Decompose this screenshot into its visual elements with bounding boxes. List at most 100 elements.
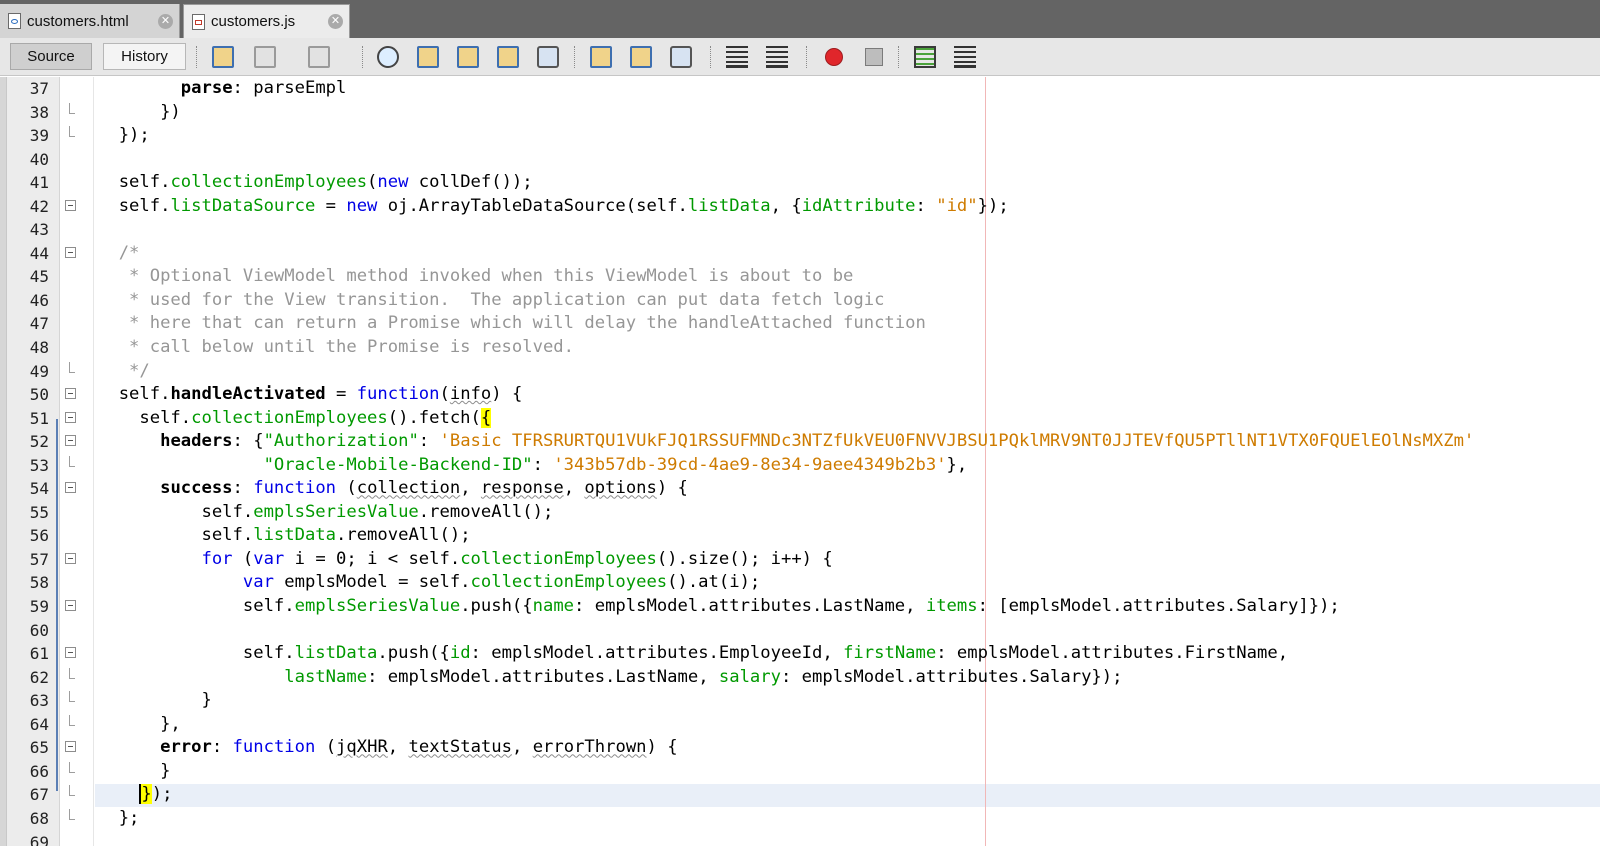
code-token: emplsModel = self. <box>273 572 471 593</box>
code-token: id <box>449 643 471 664</box>
code-line[interactable]: 67 }); <box>0 783 1600 807</box>
fold-toggle-icon[interactable] <box>65 388 76 400</box>
fold-toggle-icon[interactable] <box>65 552 76 564</box>
code-line[interactable]: 55 self.emplsSeriesValue.removeAll(); <box>0 501 1600 525</box>
toolbar-separator <box>710 46 711 68</box>
code-token: ().fetch( <box>387 407 481 428</box>
code-token: ().at(i); <box>667 572 761 593</box>
code-token: items <box>925 596 978 617</box>
forward-icon[interactable] <box>308 46 330 68</box>
line-number: 59 <box>29 597 49 617</box>
code-line[interactable]: 41 self.collectionEmployees(new collDef(… <box>0 171 1600 195</box>
previous-bookmark-icon[interactable] <box>590 46 612 68</box>
source-button[interactable]: Source <box>10 43 92 70</box>
code-line[interactable]: 51 self.collectionEmployees().fetch({ <box>0 407 1600 431</box>
back-icon[interactable] <box>254 46 276 68</box>
stop-macro-recording-icon[interactable] <box>865 48 883 66</box>
last-edit-icon[interactable] <box>212 46 234 68</box>
code-line[interactable]: 57 for (var i = 0; i < self.collectionEm… <box>0 548 1600 572</box>
code-text: }); <box>98 124 150 148</box>
fold-toggle-icon[interactable] <box>65 482 76 494</box>
code-token: collectionEmployees <box>470 572 668 593</box>
code-editor[interactable]: 37 parse: parseEmpl 38 }) 39 }); 40 41 self.… <box>0 77 1600 846</box>
shift-left-icon[interactable] <box>726 46 748 68</box>
code-token: : emplsModel.attributes.Salary}); <box>780 666 1123 687</box>
code-line[interactable]: 60 <box>0 619 1600 643</box>
fold-toggle-icon[interactable] <box>65 600 76 612</box>
code-line[interactable]: 62 lastName: emplsModel.attributes.LastN… <box>0 666 1600 690</box>
code-line[interactable]: 61 self.listData.push({id: emplsModel.at… <box>0 642 1600 666</box>
code-line[interactable]: 53 "Oracle-Mobile-Backend-ID": '343b57db… <box>0 454 1600 478</box>
code-token: , <box>563 478 585 499</box>
fold-toggle-icon[interactable] <box>65 435 76 447</box>
fold-end-marker <box>69 126 75 138</box>
code-token: self. <box>98 525 254 546</box>
code-line[interactable]: 50 self.handleActivated = function(info)… <box>0 383 1600 407</box>
code-token: new <box>377 172 409 193</box>
code-line[interactable]: 48 * call below until the Promise is res… <box>0 336 1600 360</box>
line-number: 43 <box>29 220 49 240</box>
code-line[interactable]: 44 /* <box>0 242 1600 266</box>
code-token: * used for the View transition. The appl… <box>98 289 885 310</box>
code-line[interactable]: 37 parse: parseEmpl <box>0 77 1600 101</box>
tab-customers-js[interactable]: customers.js ✕ <box>183 4 350 38</box>
find-previous-icon[interactable] <box>417 46 439 68</box>
start-macro-recording-icon[interactable] <box>825 48 843 66</box>
rectangular-selection-icon[interactable] <box>537 46 559 68</box>
code-line[interactable]: 64 }, <box>0 713 1600 737</box>
line-number: 56 <box>29 526 49 546</box>
line-number: 40 <box>29 149 49 169</box>
code-line[interactable]: 38 }) <box>0 101 1600 125</box>
uncomment-icon[interactable] <box>954 46 976 68</box>
close-icon[interactable]: ✕ <box>328 14 343 29</box>
comment-icon[interactable] <box>914 46 936 68</box>
code-token: listData <box>687 195 771 216</box>
code-line[interactable]: 59 self.emplsSeriesValue.push({name: emp… <box>0 595 1600 619</box>
code-line[interactable]: 40 <box>0 148 1600 172</box>
code-line[interactable]: 46 * used for the View transition. The a… <box>0 289 1600 313</box>
fold-toggle-icon[interactable] <box>65 199 76 211</box>
code-line[interactable]: 39 }); <box>0 124 1600 148</box>
code-text: "Oracle-Mobile-Backend-ID": '343b57db-39… <box>98 454 968 478</box>
code-token: , { <box>770 195 802 216</box>
close-icon[interactable]: ✕ <box>158 13 173 29</box>
code-line[interactable]: 54 success: function (collection, respon… <box>0 477 1600 501</box>
fold-toggle-icon[interactable] <box>65 246 76 258</box>
code-line[interactable]: 56 self.listData.removeAll(); <box>0 524 1600 548</box>
fold-toggle-icon[interactable] <box>65 741 76 753</box>
find-next-icon[interactable] <box>457 46 479 68</box>
code-line[interactable]: 45 * Optional ViewModel method invoked w… <box>0 265 1600 289</box>
code-token: }; <box>98 807 140 828</box>
toggle-bookmark-icon[interactable] <box>670 46 692 68</box>
code-token: function <box>253 478 337 499</box>
history-button[interactable]: History <box>103 43 186 70</box>
toggle-highlight-icon[interactable] <box>497 46 519 68</box>
code-line[interactable]: 49 */ <box>0 360 1600 384</box>
code-token: : <box>418 431 440 452</box>
code-token: emplsSeriesValue <box>253 501 419 522</box>
find-icon[interactable] <box>377 46 399 68</box>
html-file-icon <box>8 13 21 29</box>
next-bookmark-icon[interactable] <box>630 46 652 68</box>
code-lines: 37 parse: parseEmpl 38 }) 39 }); 40 41 self.… <box>0 77 1600 846</box>
code-line[interactable]: 66 } <box>0 760 1600 784</box>
code-line[interactable]: 63 } <box>0 689 1600 713</box>
line-number: 37 <box>29 79 49 98</box>
code-token: } <box>98 760 171 781</box>
code-line[interactable]: 68 }; <box>0 807 1600 831</box>
code-line[interactable]: 52 headers: {"Authorization": 'Basic TFR… <box>0 430 1600 454</box>
fold-toggle-icon[interactable] <box>65 411 76 423</box>
code-line[interactable]: 65 error: function (jqXHR, textStatus, e… <box>0 736 1600 760</box>
code-token: info <box>449 384 492 405</box>
code-line[interactable]: 43 <box>0 218 1600 242</box>
code-line[interactable]: 69 <box>0 831 1600 846</box>
code-line[interactable]: 47 * here that can return a Promise whic… <box>0 312 1600 336</box>
code-token: '343b57db-39cd-4ae9-8e34-9aee4349b2b3' <box>553 454 947 475</box>
code-token: .push({ <box>460 596 533 617</box>
code-line[interactable]: 42 self.listDataSource = new oj.ArrayTab… <box>0 195 1600 219</box>
shift-right-icon[interactable] <box>766 46 788 68</box>
code-token: lastName <box>284 666 368 687</box>
code-line[interactable]: 58 var emplsModel = self.collectionEmplo… <box>0 571 1600 595</box>
tab-customers-html[interactable]: customers.html ✕ <box>0 4 180 38</box>
fold-toggle-icon[interactable] <box>65 647 76 659</box>
